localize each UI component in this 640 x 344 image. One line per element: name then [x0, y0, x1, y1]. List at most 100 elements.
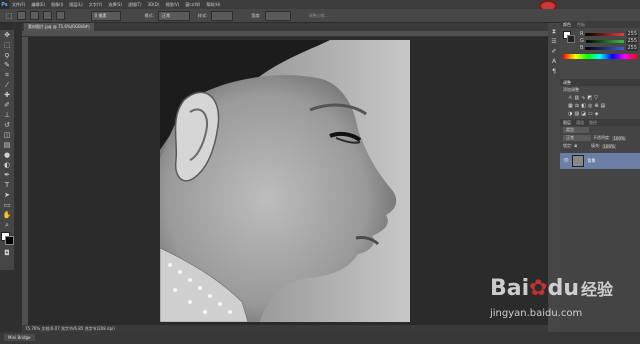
history-brush-icon[interactable]: ↺: [2, 120, 12, 130]
history-icon[interactable]: ⧗: [550, 27, 559, 36]
eyedropper-icon[interactable]: ⁄: [2, 80, 12, 90]
status-bar: 75.76% 文档:6.07 兆字节/6.85 兆字节(208 dpi): [22, 325, 552, 332]
quick-select-icon[interactable]: ✎: [2, 60, 12, 70]
menu-file[interactable]: 文件(F): [9, 2, 28, 8]
menu-image[interactable]: 图像(I): [48, 2, 66, 8]
pen-icon[interactable]: ✒: [2, 170, 12, 180]
blend-mode-select[interactable]: 正常: [563, 135, 591, 141]
brush-panel-icon[interactable]: ✐: [550, 47, 559, 56]
color-balance-icon[interactable]: ⚖: [575, 103, 579, 109]
eraser-icon[interactable]: ◫: [2, 130, 12, 140]
channel-r-value[interactable]: 255: [626, 31, 638, 37]
marquee-tool-icon[interactable]: ⬚: [6, 12, 13, 20]
paths-tab[interactable]: 路径: [589, 119, 597, 126]
mode-select[interactable]: 正常: [157, 10, 190, 21]
menu-view[interactable]: 视图(V): [162, 2, 182, 8]
exposure-icon[interactable]: ◩: [587, 95, 592, 101]
style-select[interactable]: [211, 10, 234, 21]
paragraph-icon[interactable]: ¶: [550, 67, 559, 76]
curves-icon[interactable]: ∿: [581, 95, 585, 101]
gradient-icon[interactable]: ▤: [2, 140, 12, 150]
posterize-icon[interactable]: ▨: [574, 111, 579, 117]
blur-icon[interactable]: ●: [2, 150, 12, 160]
menu-edit[interactable]: 编辑(E): [28, 2, 48, 8]
selective-color-icon[interactable]: ◈: [595, 111, 599, 117]
lasso-icon[interactable]: ϙ: [2, 50, 12, 60]
menu-type[interactable]: 文字(Y): [86, 2, 106, 8]
layer-name[interactable]: 背景: [587, 158, 595, 164]
channel-r-label: R: [580, 31, 584, 37]
channel-b-value[interactable]: 255: [626, 45, 638, 51]
adjustment-icons: ☼ ▥ ∿ ◩ ▽: [560, 94, 640, 102]
channel-mixer-icon[interactable]: ⊕: [594, 103, 598, 109]
feather-input[interactable]: 0 像素: [90, 10, 121, 21]
subtract-selection-icon[interactable]: [42, 11, 52, 20]
watermark-brand: Bai: [490, 276, 530, 301]
move-tool-icon[interactable]: ✥: [2, 30, 12, 40]
swatches-tab[interactable]: 色板: [577, 21, 585, 28]
mini-bridge-tab[interactable]: Mini Bridge: [4, 334, 35, 341]
path-select-icon[interactable]: ➤: [2, 190, 12, 200]
document-image[interactable]: [160, 40, 410, 322]
stamp-icon[interactable]: ⊥: [2, 110, 12, 120]
brush-icon[interactable]: ✐: [2, 100, 12, 110]
properties-icon[interactable]: ☰: [550, 37, 559, 46]
color-tab[interactable]: 颜色: [563, 21, 571, 28]
opacity-input[interactable]: 100%: [612, 135, 626, 141]
baidu-jingyan-watermark: Bai✿du 经验 jingyan.baidu.com: [490, 272, 640, 332]
hue-icon[interactable]: ▦: [568, 103, 573, 109]
vibrance-icon[interactable]: ▽: [594, 95, 598, 101]
hand-icon[interactable]: ✋: [2, 210, 12, 220]
lock-icon[interactable]: 🔒︎: [574, 143, 577, 149]
menu-help[interactable]: 帮助(H): [203, 2, 223, 8]
channel-g-value[interactable]: 255: [626, 38, 638, 44]
fg-bg-swatch[interactable]: [563, 31, 575, 43]
add-selection-icon[interactable]: [29, 11, 39, 20]
invert-icon[interactable]: ◑: [568, 111, 572, 117]
photo-filter-icon[interactable]: ◎: [588, 103, 592, 109]
channel-b-slider[interactable]: [585, 46, 625, 50]
channel-r-row: R 255: [580, 31, 638, 37]
layer-row-background[interactable]: 👁︎ 背景: [560, 153, 640, 169]
channel-g-slider[interactable]: [585, 39, 625, 43]
paw-icon: ✿: [529, 276, 548, 301]
intersect-selection-icon[interactable]: [55, 11, 65, 20]
character-icon[interactable]: A: [550, 57, 559, 66]
shape-icon[interactable]: ▭: [2, 200, 12, 210]
dodge-icon[interactable]: ◐: [2, 160, 12, 170]
channel-r-slider[interactable]: [585, 32, 625, 36]
lock-label: 锁定:: [563, 143, 573, 148]
color-panel: 颜色 色板 R 255 G 255 B 255: [560, 21, 640, 61]
fill-input[interactable]: 100%: [602, 143, 616, 149]
menu-select[interactable]: 选择(S): [105, 2, 125, 8]
levels-icon[interactable]: ▥: [574, 95, 579, 101]
layer-kind-filter[interactable]: 类型: [563, 127, 589, 133]
lookup-icon[interactable]: ▤: [601, 103, 606, 109]
document-tab[interactable]: 素材图片.jpg @ 75.6%(RGB/8#): [24, 23, 94, 31]
gradient-map-icon[interactable]: ▭: [588, 111, 593, 117]
refine-edge-button[interactable]: 调整边缘...: [309, 13, 329, 19]
menu-3d[interactable]: 3D(D): [145, 2, 163, 7]
healing-brush-icon[interactable]: ✚: [2, 90, 12, 100]
type-icon[interactable]: T: [2, 180, 12, 190]
menu-layer[interactable]: 图层(L): [66, 2, 85, 8]
bw-icon[interactable]: ◧: [581, 103, 586, 109]
threshold-icon[interactable]: ◪: [581, 111, 586, 117]
spectrum-bar[interactable]: [563, 54, 637, 59]
channel-g-label: G: [580, 38, 584, 44]
width-input[interactable]: [264, 10, 291, 21]
visibility-eye-icon[interactable]: 👁︎: [563, 158, 569, 164]
new-selection-icon[interactable]: [16, 11, 26, 20]
bottom-panel-bar: Mini Bridge: [0, 332, 640, 344]
layers-tab[interactable]: 图层: [563, 119, 571, 126]
menu-window[interactable]: 窗口(W): [182, 2, 203, 8]
marquee-icon[interactable]: ⬚: [2, 40, 12, 50]
adjustments-tab[interactable]: 调整: [560, 79, 640, 86]
menu-filter[interactable]: 滤镜(T): [125, 2, 145, 8]
color-swatches[interactable]: [1, 232, 14, 245]
crop-icon[interactable]: ⌗: [2, 70, 12, 80]
brightness-icon[interactable]: ☼: [568, 95, 572, 101]
zoom-icon[interactable]: ⌕: [2, 220, 12, 230]
quick-mask-icon[interactable]: ◘: [2, 248, 12, 258]
channels-tab[interactable]: 通道: [576, 119, 584, 126]
